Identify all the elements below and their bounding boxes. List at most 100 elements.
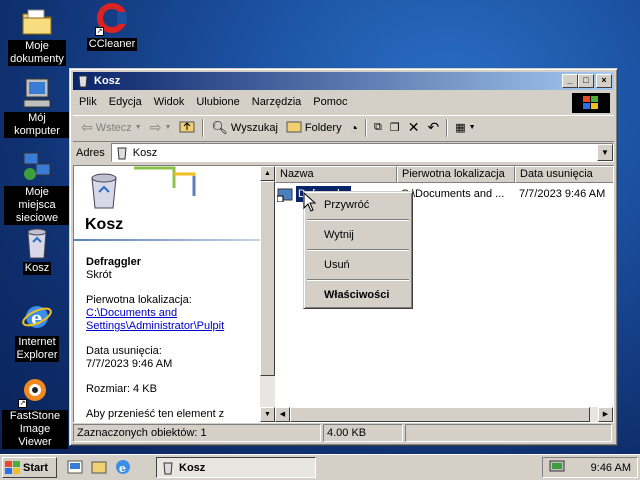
- explorer-quicklaunch-icon[interactable]: [90, 458, 108, 476]
- back-button[interactable]: ⇦ Wstecz ▼: [77, 118, 146, 138]
- desktop-icon-my-documents[interactable]: Moje dokumenty: [4, 4, 70, 66]
- orig-location-link[interactable]: C:\Documents and Settings\Administrator\…: [86, 307, 224, 332]
- show-desktop-icon[interactable]: [66, 458, 84, 476]
- restore-hint: Aby przenieść ten element z: [86, 408, 225, 420]
- search-button[interactable]: 🔍︎ Wyszukaj: [207, 118, 281, 138]
- undo-button[interactable]: ↶: [424, 118, 444, 138]
- address-dropdown-button[interactable]: ▼: [597, 144, 613, 161]
- views-button[interactable]: ▦ ▼: [451, 118, 479, 138]
- chevron-down-icon: ▼: [164, 124, 172, 131]
- close-button[interactable]: ×: [596, 74, 612, 88]
- task-button-kosz[interactable]: Kosz: [156, 457, 316, 478]
- item-details: Defraggler Skrót Pierwotna lokalizacja: …: [86, 256, 256, 422]
- recycle-bin-small-icon: [78, 75, 88, 88]
- network-places-icon: [20, 150, 54, 184]
- item-name: Defraggler: [86, 256, 142, 268]
- deleted-cell: 7/7/2023 9:46 AM: [519, 188, 606, 200]
- folders-button[interactable]: Foldery: [282, 118, 346, 138]
- size-text: Rozmiar: 4 KB: [86, 383, 157, 395]
- system-tray: 9:46 AM: [542, 457, 638, 478]
- chevron-down-icon: ▼: [134, 124, 142, 131]
- desktop-icon-recycle-bin[interactable]: Kosz: [4, 226, 70, 275]
- toolbar: ⇦ Wstecz ▼ ⇨ ▼ 🔍︎ Wyszukaj Foldery ◔ ⧉ ❐…: [73, 115, 614, 139]
- address-label: Adres: [76, 146, 105, 159]
- forward-arrow-icon: ⇨: [149, 119, 162, 135]
- minimize-button[interactable]: _: [562, 74, 578, 88]
- internet-explorer-icon[interactable]: e: [114, 458, 132, 476]
- start-button[interactable]: Start: [2, 457, 57, 478]
- history-button[interactable]: ◔: [346, 118, 362, 138]
- search-icon: 🔍︎: [211, 119, 228, 135]
- context-menu: Przywróć Wytnij Usuń Właściwości: [303, 191, 413, 309]
- scroll-thumb[interactable]: [290, 407, 590, 422]
- menu-file[interactable]: Plik: [73, 96, 103, 108]
- delete-button[interactable]: ✕: [404, 118, 424, 138]
- svg-text:e: e: [119, 462, 126, 475]
- copy-to-icon: ❐: [389, 122, 400, 134]
- defraggler-shortcut-icon: [277, 188, 293, 202]
- deleted-value: 7/7/2023 9:46 AM: [86, 358, 173, 370]
- horizontal-scrollbar[interactable]: ◀ ▶: [275, 407, 613, 422]
- pane-heading: Kosz: [85, 216, 124, 233]
- menu-view[interactable]: Widok: [148, 96, 191, 108]
- my-computer-icon: [20, 76, 54, 110]
- internet-explorer-icon: e: [20, 300, 54, 334]
- menu-item-properties[interactable]: Właściwości: [306, 284, 410, 306]
- heading-divider: [74, 239, 260, 241]
- desktop-icon-label: Moje dokumenty: [8, 40, 66, 66]
- scroll-up-button[interactable]: ▲: [260, 166, 275, 181]
- desktop-icon-faststone[interactable]: ↗ FastStone Image Viewer: [2, 374, 68, 449]
- up-folder-icon: [179, 119, 195, 136]
- title-bar[interactable]: Kosz _ □ ×: [73, 72, 614, 90]
- shortcut-arrow-icon: ↗: [95, 27, 104, 36]
- orig-location-label: Pierwotna lokalizacja:: [86, 294, 192, 306]
- address-field[interactable]: Kosz ▼: [110, 143, 614, 162]
- menu-tools[interactable]: Narzędzia: [246, 96, 308, 108]
- desktop-icon-internet-explorer[interactable]: e Internet Explorer: [4, 300, 70, 362]
- desktop-icon-ccleaner[interactable]: ↗ CCleaner: [79, 2, 145, 51]
- details-pane-scrollbar[interactable]: ▲ ▼: [260, 166, 275, 422]
- address-bar: Adres Kosz ▼: [73, 141, 614, 163]
- scroll-thumb[interactable]: [260, 181, 275, 376]
- desktop-icon-label: Kosz: [22, 262, 52, 275]
- mouse-cursor-icon: [303, 192, 317, 212]
- scroll-right-button[interactable]: ▶: [598, 407, 613, 422]
- ccleaner-icon: ↗: [95, 2, 129, 36]
- menu-edit[interactable]: Edycja: [103, 96, 148, 108]
- toolbar-separator: [446, 118, 449, 137]
- move-to-button[interactable]: ⧉: [370, 118, 386, 138]
- shortcut-arrow-icon: ↗: [18, 399, 27, 408]
- menu-help[interactable]: Pomoc: [307, 96, 353, 108]
- deleted-label: Data usunięcia:: [86, 345, 162, 357]
- clock[interactable]: 9:46 AM: [591, 462, 631, 474]
- tray-app-icon[interactable]: [549, 459, 565, 476]
- maximize-button[interactable]: □: [578, 74, 594, 88]
- forward-button[interactable]: ⇨ ▼: [146, 118, 176, 138]
- desktop-icon-network[interactable]: Moje miejsca sieciowe: [4, 150, 70, 225]
- menu-item-delete[interactable]: Usuń: [306, 254, 410, 276]
- desktop-icon-my-computer[interactable]: Mój komputer: [4, 76, 70, 138]
- recycle-bin-small-icon: [163, 462, 173, 474]
- menu-item-restore[interactable]: Przywróć: [306, 194, 410, 216]
- item-type: Skrót: [86, 269, 112, 281]
- up-folder-button[interactable]: [175, 118, 199, 138]
- toolbar-separator: [202, 118, 205, 137]
- scroll-left-button[interactable]: ◀: [275, 407, 290, 422]
- scroll-down-button[interactable]: ▼: [260, 407, 275, 422]
- desktop-icon-label: Internet Explorer: [14, 336, 60, 362]
- location-cell: C:\Documents and ...: [401, 188, 505, 200]
- menu-favorites[interactable]: Ulubione: [190, 96, 245, 108]
- menu-item-cut[interactable]: Wytnij: [306, 224, 410, 246]
- desktop-icon-label: FastStone Image Viewer: [2, 410, 68, 449]
- chevron-down-icon: ▼: [468, 124, 476, 131]
- recycle-bin-large-icon: [91, 166, 196, 209]
- column-header-name[interactable]: Nazwa: [275, 166, 397, 183]
- history-icon: ◔: [349, 119, 359, 136]
- column-header-location[interactable]: Pierwotna lokalizacja: [397, 166, 515, 183]
- copy-to-button[interactable]: ❐: [386, 118, 404, 138]
- address-value: Kosz: [132, 146, 158, 159]
- menu-bar: Plik Edycja Widok Ulubione Narzędzia Pom…: [73, 92, 614, 113]
- column-header-deleted[interactable]: Data usunięcia: [515, 166, 613, 183]
- delete-x-icon: ✕: [407, 119, 420, 135]
- taskbar: Start e Kosz 9:46 AM: [0, 454, 640, 480]
